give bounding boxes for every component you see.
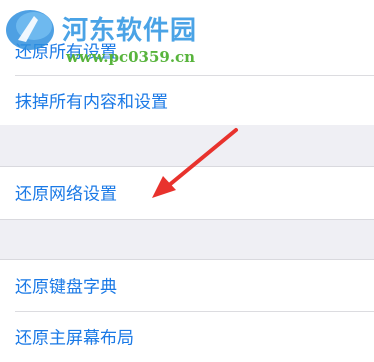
reset-home-screen-layout-row[interactable]: 还原主屏幕布局 <box>0 311 374 361</box>
reset-network-settings-label: 还原网络设置 <box>15 184 117 205</box>
settings-group-2: 还原网络设置 <box>0 166 374 220</box>
watermark-title: 河东软件园 <box>62 16 198 46</box>
reset-keyboard-dictionary-row[interactable]: 还原键盘字典 <box>0 260 374 310</box>
reset-network-settings-row[interactable]: 还原网络设置 <box>0 167 374 217</box>
watermark-logo-icon <box>6 10 54 50</box>
reset-home-screen-layout-label: 还原主屏幕布局 <box>15 328 134 349</box>
reset-keyboard-dictionary-label: 还原键盘字典 <box>15 277 117 298</box>
erase-all-content-row[interactable]: 抹掉所有内容和设置 <box>0 75 374 125</box>
erase-all-content-label: 抹掉所有内容和设置 <box>15 92 168 113</box>
watermark-url: www.pc0359.cn <box>66 48 196 66</box>
settings-group-3: 还原键盘字典 还原主屏幕布局 <box>0 259 374 362</box>
